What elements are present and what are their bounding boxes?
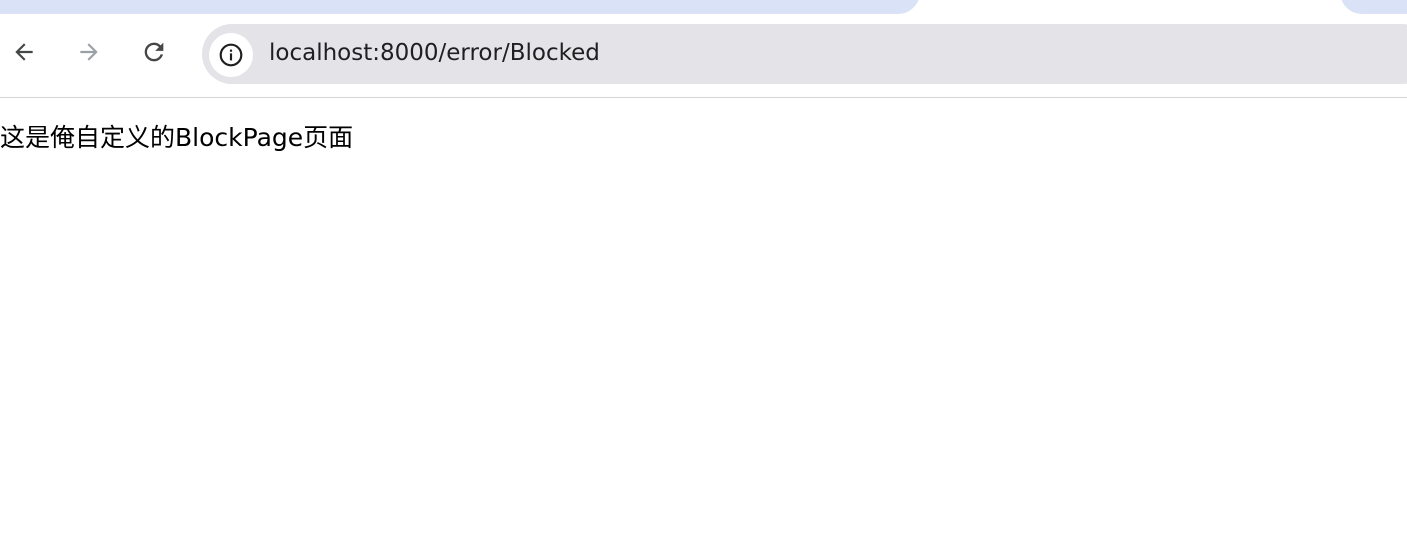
- arrow-right-icon: [80, 43, 98, 61]
- toolbar: localhost:8000/error/Blocked: [0, 14, 1407, 97]
- url-text[interactable]: localhost:8000/error/Blocked: [269, 40, 600, 66]
- info-icon: [219, 43, 243, 67]
- arrow-left-icon: [15, 43, 33, 61]
- back-button[interactable]: [6, 34, 42, 70]
- active-tab[interactable]: [0, 0, 920, 14]
- page-content: 这是俺自定义的BlockPage页面: [0, 98, 1407, 538]
- browser-chrome: localhost:8000/error/Blocked: [0, 0, 1407, 98]
- page-message: 这是俺自定义的BlockPage页面: [0, 123, 354, 152]
- new-tab-area[interactable]: [1340, 0, 1407, 14]
- reload-button[interactable]: [136, 34, 172, 70]
- address-bar[interactable]: localhost:8000/error/Blocked: [202, 24, 1407, 84]
- tab-strip: [0, 0, 1407, 14]
- reload-icon: [144, 42, 164, 62]
- site-info-button[interactable]: [209, 33, 253, 77]
- forward-button[interactable]: [71, 34, 107, 70]
